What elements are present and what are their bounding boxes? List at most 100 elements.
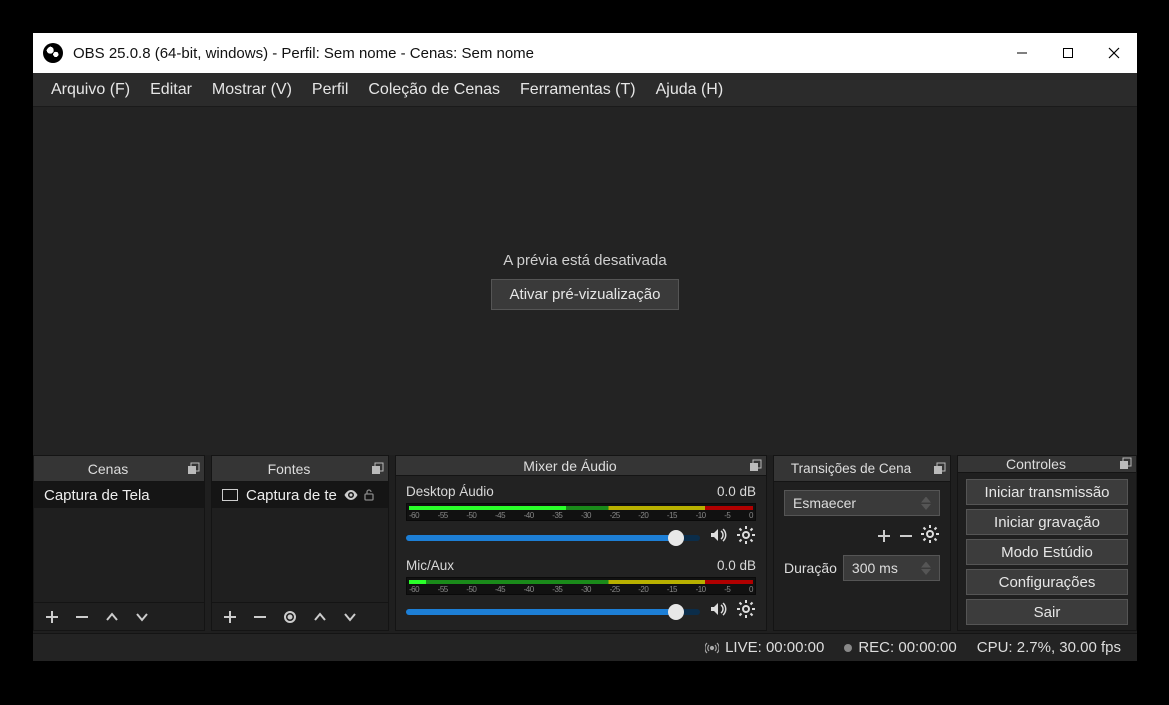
- sources-header: Fontes: [212, 456, 388, 482]
- popout-icon[interactable]: [1114, 457, 1136, 471]
- monitor-icon: [222, 489, 238, 501]
- volume-slider[interactable]: [406, 535, 700, 541]
- settings-button[interactable]: Configurações: [966, 569, 1128, 595]
- lock-toggle[interactable]: [360, 488, 378, 502]
- popout-icon[interactable]: [744, 459, 766, 473]
- transitions-dock: Transições de Cena Esmaecer Duração 300 …: [773, 455, 951, 631]
- start-stream-button[interactable]: Iniciar transmissão: [966, 479, 1128, 505]
- controls-header: Controles: [958, 456, 1136, 473]
- popout-icon[interactable]: [182, 462, 204, 476]
- scenes-title: Cenas: [34, 461, 182, 477]
- updown-icon: [921, 497, 931, 510]
- scenes-dock: Cenas Captura de Tela: [33, 455, 205, 631]
- remove-transition-button[interactable]: [898, 528, 914, 544]
- record-dot-icon: [844, 644, 852, 652]
- scenes-list: Captura de Tela: [34, 482, 204, 602]
- remove-scene-button[interactable]: [74, 609, 90, 625]
- vu-meter: -60-55-50-45-40-35-30-25-20-15-10-50: [406, 503, 756, 521]
- scenes-toolbar: [34, 602, 204, 630]
- titlebar: OBS 25.0.8 (64-bit, windows) - Perfil: S…: [33, 33, 1137, 73]
- transitions-header: Transições de Cena: [774, 456, 950, 482]
- gear-icon[interactable]: [736, 599, 756, 624]
- mixer-body: Desktop Áudio 0.0 dB -60-55-50-45-40-35-…: [396, 476, 766, 630]
- scenes-body: Captura de Tela: [34, 482, 204, 630]
- minimize-button[interactable]: [999, 33, 1045, 73]
- volume-slider[interactable]: [406, 609, 700, 615]
- menu-editar[interactable]: Editar: [140, 77, 202, 103]
- transitions-body: Esmaecer Duração 300 ms: [774, 482, 950, 630]
- broadcast-icon: [705, 641, 719, 655]
- transition-select[interactable]: Esmaecer: [784, 490, 940, 516]
- start-record-button[interactable]: Iniciar gravação: [966, 509, 1128, 535]
- controls-title: Controles: [958, 456, 1114, 472]
- speaker-icon[interactable]: [708, 599, 728, 624]
- menu-mostrar[interactable]: Mostrar (V): [202, 77, 302, 103]
- duration-label: Duração: [784, 560, 837, 576]
- menu-ajuda[interactable]: Ajuda (H): [646, 77, 734, 103]
- source-label: Captura de te: [246, 487, 342, 504]
- maximize-button[interactable]: [1045, 33, 1091, 73]
- scene-up-button[interactable]: [104, 609, 120, 625]
- exit-button[interactable]: Sair: [966, 599, 1128, 625]
- sources-list: Captura de te: [212, 482, 388, 602]
- add-source-button[interactable]: [222, 609, 238, 625]
- vu-meter: -60-55-50-45-40-35-30-25-20-15-10-50: [406, 577, 756, 595]
- visibility-toggle[interactable]: [342, 487, 360, 503]
- controls-dock: Controles Iniciar transmissão Iniciar gr…: [957, 455, 1137, 631]
- enable-preview-button[interactable]: Ativar pré-vizualização: [491, 279, 680, 310]
- transition-selected: Esmaecer: [793, 495, 856, 511]
- remove-source-button[interactable]: [252, 609, 268, 625]
- sources-title: Fontes: [212, 461, 366, 477]
- transitions-title: Transições de Cena: [774, 461, 928, 476]
- status-bar: LIVE: 00:00:00 REC: 00:00:00 CPU: 2.7%, …: [33, 633, 1137, 661]
- obs-window: OBS 25.0.8 (64-bit, windows) - Perfil: S…: [32, 32, 1138, 662]
- add-scene-button[interactable]: [44, 609, 60, 625]
- menu-perfil[interactable]: Perfil: [302, 77, 358, 103]
- live-text: LIVE: 00:00:00: [725, 639, 824, 656]
- docks-row: Cenas Captura de Tela Fontes: [33, 455, 1137, 633]
- sources-dock: Fontes Captura de te: [211, 455, 389, 631]
- gear-icon[interactable]: [736, 525, 756, 550]
- rec-text: REC: 00:00:00: [858, 639, 956, 656]
- menu-colecao[interactable]: Coleção de Cenas: [358, 77, 510, 103]
- menu-arquivo[interactable]: Arquivo (F): [41, 77, 140, 103]
- cpu-status: CPU: 2.7%, 30.00 fps: [977, 639, 1121, 656]
- duration-value: 300 ms: [852, 560, 898, 576]
- window-title: OBS 25.0.8 (64-bit, windows) - Perfil: S…: [73, 45, 999, 62]
- sources-toolbar: [212, 602, 388, 630]
- gear-icon[interactable]: [920, 524, 940, 547]
- rec-status: REC: 00:00:00: [844, 639, 956, 656]
- studio-mode-button[interactable]: Modo Estúdio: [966, 539, 1128, 565]
- source-item[interactable]: Captura de te: [212, 482, 388, 508]
- duration-input[interactable]: 300 ms: [843, 555, 940, 581]
- source-up-button[interactable]: [312, 609, 328, 625]
- obs-logo-icon: [43, 43, 63, 63]
- popout-icon[interactable]: [366, 462, 388, 476]
- menu-ferramentas[interactable]: Ferramentas (T): [510, 77, 646, 103]
- channel-name: Mic/Aux: [406, 558, 454, 573]
- sources-body: Captura de te: [212, 482, 388, 630]
- mixer-dock: Mixer de Áudio Desktop Áudio 0.0 dB -60-…: [395, 455, 767, 631]
- source-properties-button[interactable]: [282, 609, 298, 625]
- meter-ticks: -60-55-50-45-40-35-30-25-20-15-10-50: [409, 511, 753, 520]
- updown-icon: [921, 562, 931, 575]
- scene-item[interactable]: Captura de Tela: [34, 482, 204, 508]
- menubar: Arquivo (F) Editar Mostrar (V) Perfil Co…: [33, 73, 1137, 107]
- speaker-icon[interactable]: [708, 525, 728, 550]
- meter-ticks: -60-55-50-45-40-35-30-25-20-15-10-50: [409, 585, 753, 594]
- channel-db: 0.0 dB: [717, 558, 756, 573]
- channel-db: 0.0 dB: [717, 484, 756, 499]
- preview-disabled-label: A prévia está desativada: [503, 252, 666, 269]
- add-transition-button[interactable]: [876, 528, 892, 544]
- mixer-channel-desktop: Desktop Áudio 0.0 dB -60-55-50-45-40-35-…: [406, 484, 756, 550]
- source-down-button[interactable]: [342, 609, 358, 625]
- scene-down-button[interactable]: [134, 609, 150, 625]
- preview-area: A prévia está desativada Ativar pré-vizu…: [33, 107, 1137, 455]
- mixer-title: Mixer de Áudio: [396, 458, 744, 474]
- mixer-channel-mic: Mic/Aux 0.0 dB -60-55-50-45-40-35-30-25-…: [406, 558, 756, 624]
- channel-name: Desktop Áudio: [406, 484, 494, 499]
- scenes-header: Cenas: [34, 456, 204, 482]
- popout-icon[interactable]: [928, 462, 950, 476]
- close-button[interactable]: [1091, 33, 1137, 73]
- live-status: LIVE: 00:00:00: [705, 639, 824, 656]
